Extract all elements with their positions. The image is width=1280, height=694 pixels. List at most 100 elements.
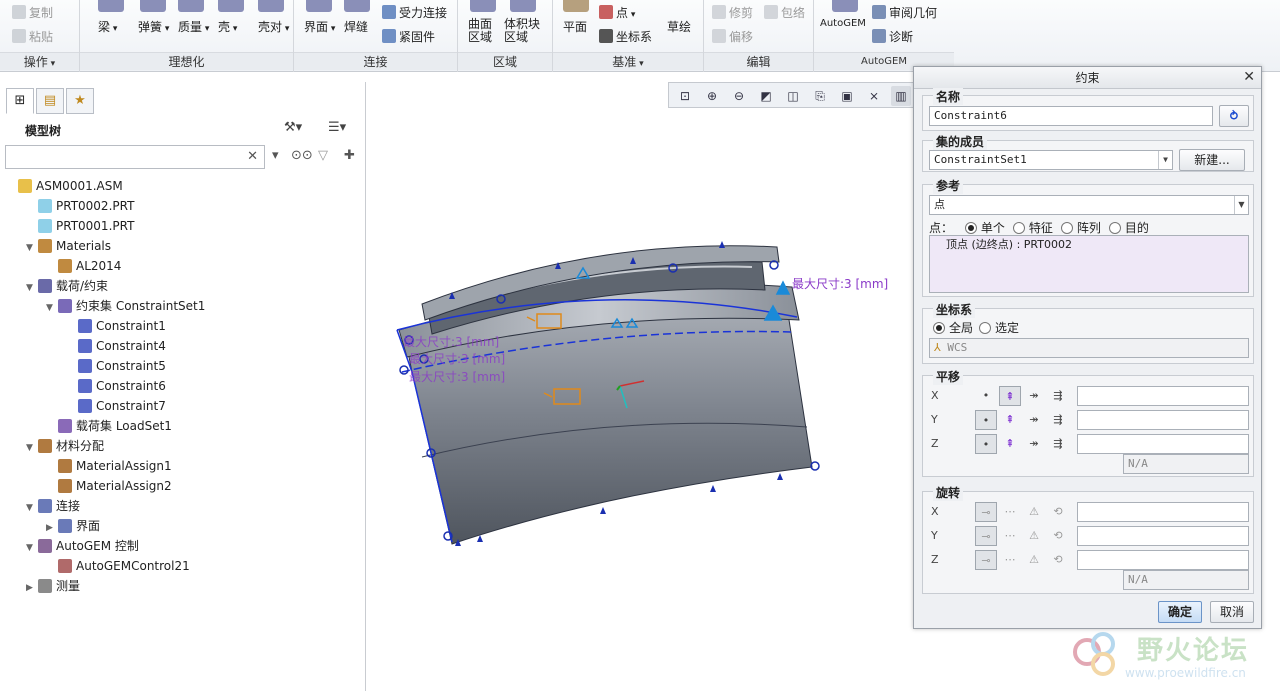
interface-button[interactable]: 界面 (304, 18, 335, 35)
display-style-icon[interactable]: ◫ (783, 86, 803, 106)
function-rotation-icon[interactable]: ⟲ (1047, 550, 1069, 570)
point-option-radio[interactable]: 单个 (964, 221, 1005, 235)
function-rotation-icon[interactable]: ⟲ (1047, 526, 1069, 546)
function-icon[interactable]: ⇶ (1047, 386, 1069, 406)
tree-item[interactable]: Constraint1 (66, 316, 166, 336)
repaint-icon[interactable]: ◩ (756, 86, 776, 106)
free-icon[interactable]: • (975, 434, 997, 454)
csys-option-radio[interactable]: 全局 (933, 321, 973, 335)
tree-item[interactable]: PRT0002.PRT (26, 196, 134, 216)
reference-item[interactable]: 顶点 (边终点) : PRT0002 (946, 238, 1072, 251)
name-input[interactable]: Constraint6 (929, 106, 1213, 126)
graphics-viewport[interactable]: 最大尺寸:3 [mm] 最大尺寸:3 [mm] 最大尺寸:3 [mm] 最大尺寸… (367, 72, 913, 691)
tree-item[interactable]: Constraint7 (66, 396, 166, 416)
tree-item[interactable]: ▼ 约束集 ConstraintSet1 (46, 296, 205, 316)
trim-button[interactable]: 修剪 (712, 4, 753, 21)
translation-value-input[interactable] (1077, 410, 1249, 430)
free-rotation-icon[interactable]: ⊸ (975, 526, 997, 546)
function-icon[interactable]: ⇶ (1047, 410, 1069, 430)
free-icon[interactable]: • (975, 386, 997, 406)
member-select[interactable]: ConstraintSet1 ▼ (929, 150, 1173, 170)
point-option-radio[interactable]: 阵列 (1060, 221, 1101, 235)
refit-icon[interactable]: ⊡ (675, 86, 695, 106)
prescribed-rotation-icon[interactable]: ⚠ (1023, 502, 1045, 522)
tree-item[interactable]: ▼ Materials (26, 236, 111, 256)
fixed-rotation-icon[interactable]: ⋯ (999, 550, 1021, 570)
tree-item[interactable]: Constraint6 (66, 376, 166, 396)
fixed-icon[interactable]: ⇞ (999, 410, 1021, 430)
filter-icon[interactable]: ▽ (318, 148, 328, 163)
search-dropdown-icon[interactable]: ▾ (272, 148, 279, 163)
tree-item[interactable]: ▶ 界面 (46, 516, 100, 536)
surface-region-button[interactable]: 曲面区域 (468, 18, 496, 44)
tree-item[interactable]: AL2014 (46, 256, 121, 276)
find-binoculars-icon[interactable]: ⊙⊙ (291, 148, 313, 163)
point-button[interactable]: 点 (599, 4, 635, 21)
model-tree-tab-icon[interactable]: ⊞ (6, 88, 34, 114)
mass-button[interactable]: 质量 (178, 18, 209, 35)
fixed-rotation-icon[interactable]: ⋯ (999, 526, 1021, 546)
ribbon-group-label-operations[interactable]: 操作 (0, 52, 79, 70)
sketch-button[interactable]: 草绘 (667, 18, 691, 35)
folder-browser-tab-icon[interactable]: ▤ (36, 88, 64, 114)
clear-search-icon[interactable]: ✕ (247, 149, 258, 164)
zoom-in-icon[interactable]: ⊕ (702, 86, 722, 106)
prescribed-icon[interactable]: ↠ (1023, 386, 1045, 406)
free-rotation-icon[interactable]: ⊸ (975, 550, 997, 570)
saved-orientations-icon[interactable]: ⎘ (810, 86, 830, 106)
tree-item[interactable]: ▼ 材料分配 (26, 436, 104, 456)
tree-search-input[interactable] (6, 146, 236, 168)
rotation-value-input[interactable] (1077, 550, 1249, 570)
reference-collector[interactable]: 顶点 (边终点) : PRT0002 (929, 235, 1249, 293)
datum-display-icon[interactable]: ⨯ (864, 86, 884, 106)
settings-icon[interactable]: ⚒▾ (284, 120, 302, 135)
collapse-arrow-icon[interactable]: ▼ (26, 238, 38, 258)
tree-item[interactable]: ▼ 连接 (26, 496, 80, 516)
tree-item[interactable]: AutoGEMControl21 (46, 556, 190, 576)
cancel-button[interactable]: 取消 (1210, 601, 1254, 623)
csys-option-radio[interactable]: 选定 (979, 321, 1019, 335)
csys-field[interactable]: ⅄ WCS (929, 338, 1249, 358)
fixed-rotation-icon[interactable]: ⋯ (999, 502, 1021, 522)
collapse-arrow-icon[interactable]: ▼ (26, 538, 38, 558)
translation-value-input[interactable] (1077, 386, 1249, 406)
name-color-button[interactable]: ⥁ (1219, 105, 1249, 127)
plane-button[interactable]: 平面 (563, 18, 587, 35)
ribbon-group-label-datum[interactable]: 基准 (553, 52, 703, 70)
tree-item[interactable]: ▼ AutoGEM 控制 (26, 536, 139, 556)
collapse-arrow-icon[interactable]: ▼ (26, 278, 38, 298)
rotation-value-input[interactable] (1077, 502, 1249, 522)
point-option-radio[interactable]: 目的 (1108, 221, 1149, 235)
collapse-arrow-icon[interactable]: ▼ (46, 298, 58, 318)
tree-item[interactable]: PRT0001.PRT (26, 216, 134, 236)
tree-item[interactable]: 载荷集 LoadSet1 (46, 416, 172, 436)
zoom-out-icon[interactable]: ⊖ (729, 86, 749, 106)
tree-item[interactable]: Constraint5 (66, 356, 166, 376)
tree-item[interactable]: MaterialAssign2 (46, 476, 172, 496)
view-manager-icon[interactable]: ▣ (837, 86, 857, 106)
ok-button[interactable]: 确定 (1158, 601, 1202, 623)
wrap-button[interactable]: 包络 (764, 4, 805, 21)
free-rotation-icon[interactable]: ⊸ (975, 502, 997, 522)
add-column-icon[interactable]: ✚ (344, 148, 355, 163)
coordinate-system-button[interactable]: 坐标系 (599, 28, 652, 45)
close-icon[interactable]: ✕ (1243, 69, 1255, 85)
annotation-display-icon[interactable]: ▥ (891, 86, 911, 106)
spring-button[interactable]: 弹簧 (138, 18, 169, 35)
fixed-icon[interactable]: ⇞ (999, 386, 1021, 406)
prescribed-icon[interactable]: ↠ (1023, 434, 1045, 454)
paste-button[interactable]: 粘贴 (12, 28, 53, 45)
offset-button[interactable]: 偏移 (712, 28, 753, 45)
function-rotation-icon[interactable]: ⟲ (1047, 502, 1069, 522)
review-geometry-button[interactable]: 审阅几何 (872, 4, 937, 21)
copy-button[interactable]: 复制 (12, 4, 53, 21)
tree-item[interactable]: ▼ 载荷/约束 (26, 276, 108, 296)
function-icon[interactable]: ⇶ (1047, 434, 1069, 454)
expand-arrow-icon[interactable]: ▶ (26, 578, 38, 598)
new-set-button[interactable]: 新建... (1179, 149, 1245, 171)
autogem-button[interactable]: AutoGEM (820, 18, 866, 29)
fixed-icon[interactable]: ⇞ (999, 434, 1021, 454)
shell-pair-button[interactable]: 壳对 (258, 18, 289, 35)
tree-item[interactable]: ▶ 测量 (26, 576, 80, 596)
favorites-tab-icon[interactable]: ★ (66, 88, 94, 114)
